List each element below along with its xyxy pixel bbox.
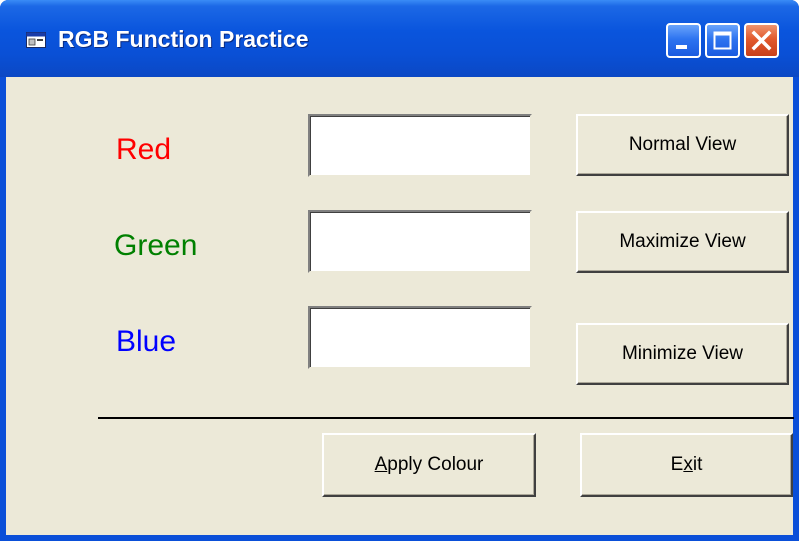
app-icon [26,32,46,48]
maximize-button[interactable] [705,23,740,58]
separator-line [98,417,794,419]
green-input[interactable] [308,210,532,273]
apply-colour-button[interactable]: Apply Colour [322,433,536,497]
exit-button[interactable]: Exit [580,433,793,497]
maximize-view-label: Maximize View [619,231,746,252]
red-label: Red [116,133,172,166]
green-label: Green [114,229,198,262]
minimize-button[interactable] [666,23,701,58]
close-button[interactable] [744,23,779,58]
normal-view-label: Normal View [628,134,737,155]
maximize-view-button[interactable]: Maximize View [576,211,789,273]
blue-label: Blue [116,325,177,358]
minimize-view-label: Minimize View [621,343,744,364]
title-bar[interactable]: RGB Function Practice [0,0,799,77]
exit-label: Exit [670,454,703,475]
minimize-icon [676,45,687,49]
maximize-icon [713,31,732,50]
normal-view-button[interactable]: Normal View [576,114,789,176]
close-icon [751,30,772,51]
red-input[interactable] [308,114,532,177]
app-window: RGB Function Practice Red Green Blue Nor… [0,0,799,541]
window-title: RGB Function Practice [58,26,309,52]
blue-input[interactable] [308,306,532,369]
apply-colour-label: Apply Colour [374,454,484,475]
form-client-area: Red Green Blue Normal View Maximize View… [6,77,794,535]
minimize-view-button[interactable]: Minimize View [576,323,789,385]
